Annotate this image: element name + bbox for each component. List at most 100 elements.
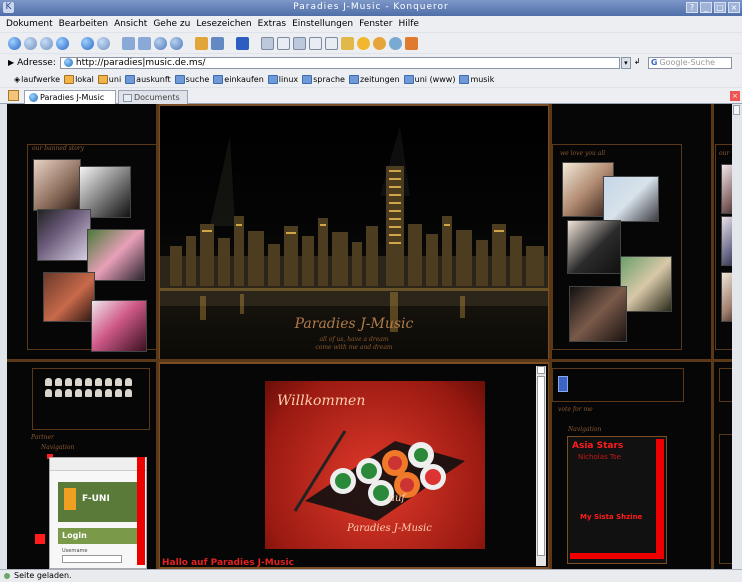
smiley-icon[interactable]: [105, 389, 112, 397]
print-icon[interactable]: [122, 36, 135, 50]
menu-gehe-zu[interactable]: Gehe zu: [153, 19, 190, 29]
music-list-hscrollbar[interactable]: [570, 553, 658, 559]
funi-header: [50, 458, 146, 471]
menu-lesezeichen[interactable]: Lesezeichen: [196, 19, 251, 29]
smiley-icon[interactable]: [95, 378, 102, 386]
menu-bearbeiten[interactable]: Bearbeiten: [59, 19, 108, 29]
bookmark-laufwerke[interactable]: ◈ laufwerke: [14, 75, 60, 84]
smiley-icon[interactable]: [65, 378, 72, 386]
smiley-icon[interactable]: [125, 389, 132, 397]
bookmark-auskunft[interactable]: auskunft: [125, 74, 171, 84]
bookmark-musik[interactable]: musik: [459, 74, 494, 84]
vote-button-icon[interactable]: [558, 376, 568, 392]
download-icon[interactable]: [211, 36, 224, 50]
music-list-scrollbar[interactable]: [656, 439, 664, 559]
smiley-icon[interactable]: [75, 389, 82, 397]
menu-fenster[interactable]: Fenster: [359, 19, 392, 29]
fullscreen-icon[interactable]: [325, 36, 338, 50]
smiley-icon[interactable]: [55, 378, 62, 386]
menu-dokument[interactable]: Dokument: [6, 19, 53, 29]
smiley-icon[interactable]: [85, 389, 92, 397]
username-input[interactable]: [62, 555, 122, 563]
clear-location-icon[interactable]: ▶: [8, 58, 14, 67]
artist-photo[interactable]: [603, 176, 659, 222]
maximize-button[interactable]: □: [714, 2, 726, 13]
scroll-up-button[interactable]: [537, 366, 545, 374]
go-button[interactable]: ↲: [634, 57, 644, 69]
url-history-dropdown[interactable]: ▾: [620, 56, 631, 69]
radio-item-asia-stars[interactable]: Asia Stars: [572, 441, 623, 451]
menu-einstellungen[interactable]: Einstellungen: [292, 19, 353, 29]
home-nav-icon[interactable]: [97, 36, 110, 50]
split-icon[interactable]: [277, 36, 290, 50]
smiley-icon[interactable]: [115, 389, 122, 397]
help-window-button[interactable]: ?: [686, 2, 698, 13]
radio-item-nicholas-tse[interactable]: Nicholas Tse: [578, 453, 621, 461]
smiley-icon[interactable]: [95, 389, 102, 397]
bookmark-einkaufen[interactable]: einkaufen: [213, 74, 264, 84]
tab-documents[interactable]: Documents: [118, 90, 188, 104]
star-icon[interactable]: [357, 36, 370, 50]
find-next-icon[interactable]: [170, 36, 183, 50]
url-input[interactable]: http://paradies|music.de.ms/: [59, 56, 620, 69]
security-icon[interactable]: [195, 36, 208, 50]
smiley-icon[interactable]: [125, 378, 132, 386]
smiley-icon[interactable]: [85, 378, 92, 386]
bookmark-add-icon[interactable]: [341, 36, 354, 50]
window-icon[interactable]: [261, 36, 274, 50]
bookmark-lokal[interactable]: lokal: [64, 74, 94, 84]
zoom-in-icon[interactable]: [8, 36, 21, 50]
smiley-icon[interactable]: [45, 378, 52, 386]
artist-photo[interactable]: [569, 286, 627, 342]
zoom-out-icon[interactable]: [24, 36, 37, 50]
minimize-button[interactable]: _: [700, 2, 712, 13]
sidebar-icon[interactable]: [293, 36, 306, 50]
new-tab-button[interactable]: [8, 90, 19, 101]
plugins-icon[interactable]: [389, 36, 402, 50]
bookmark-suche[interactable]: suche: [174, 74, 209, 84]
bookmark-uni-www[interactable]: uni (www): [403, 74, 455, 84]
music-list-box[interactable]: Asia Stars Nicholas Tse My Sista Shzine: [567, 436, 667, 564]
smiley-icon[interactable]: [65, 389, 72, 397]
menu-ansicht[interactable]: Ansicht: [114, 19, 147, 29]
cut-icon[interactable]: [138, 36, 151, 50]
menu-hilfe[interactable]: Hilfe: [399, 19, 419, 29]
artist-photo[interactable]: [91, 300, 147, 352]
find-icon[interactable]: [154, 36, 167, 50]
smiley-icon[interactable]: [115, 378, 122, 386]
split-vertical-icon[interactable]: [309, 36, 322, 50]
view-filter-icon[interactable]: [236, 36, 249, 50]
bookmark-linux[interactable]: linux: [267, 74, 298, 84]
scroll-thumb[interactable]: [537, 376, 545, 556]
tab-paradies-j-music[interactable]: Paradies J-Music: [24, 90, 116, 104]
content-scrollbar[interactable]: [536, 366, 546, 566]
artist-photo[interactable]: [620, 256, 672, 312]
smiley-icon[interactable]: [45, 389, 52, 397]
home-icon[interactable]: [405, 36, 418, 50]
page-scrollbar[interactable]: [732, 104, 741, 569]
forward-icon[interactable]: [56, 36, 69, 50]
close-button[interactable]: ×: [728, 2, 740, 13]
bookmark-uni[interactable]: uni: [97, 74, 121, 84]
page-scroll-up-button[interactable]: [733, 105, 740, 115]
radio-item-my-sista[interactable]: My Sista Shzine: [580, 513, 642, 521]
artist-photo[interactable]: [43, 272, 95, 322]
smiley-icon[interactable]: [75, 378, 82, 386]
web-page-viewport[interactable]: our banned story Paradies J-Music all of…: [7, 104, 741, 569]
search-input[interactable]: G Google-Suche: [647, 56, 732, 69]
up-icon[interactable]: [81, 36, 94, 50]
smiley-icon[interactable]: [55, 389, 62, 397]
artist-photo[interactable]: [87, 229, 145, 281]
artist-photo[interactable]: [567, 220, 621, 274]
bookmark-sprache[interactable]: sprache: [302, 74, 345, 84]
funi-widget[interactable]: F-UNI Login Username: [49, 457, 147, 569]
back-icon[interactable]: [40, 36, 53, 50]
bookmark-zeitungen[interactable]: zeitungen: [348, 74, 400, 84]
close-tab-button[interactable]: ×: [730, 91, 740, 101]
tools-icon[interactable]: [373, 36, 386, 50]
artist-photo[interactable]: [33, 159, 81, 211]
menu-extras[interactable]: Extras: [258, 19, 286, 29]
smiley-icon[interactable]: [105, 378, 112, 386]
funi-scrollbar[interactable]: [137, 457, 145, 565]
artist-photo[interactable]: [37, 209, 91, 261]
